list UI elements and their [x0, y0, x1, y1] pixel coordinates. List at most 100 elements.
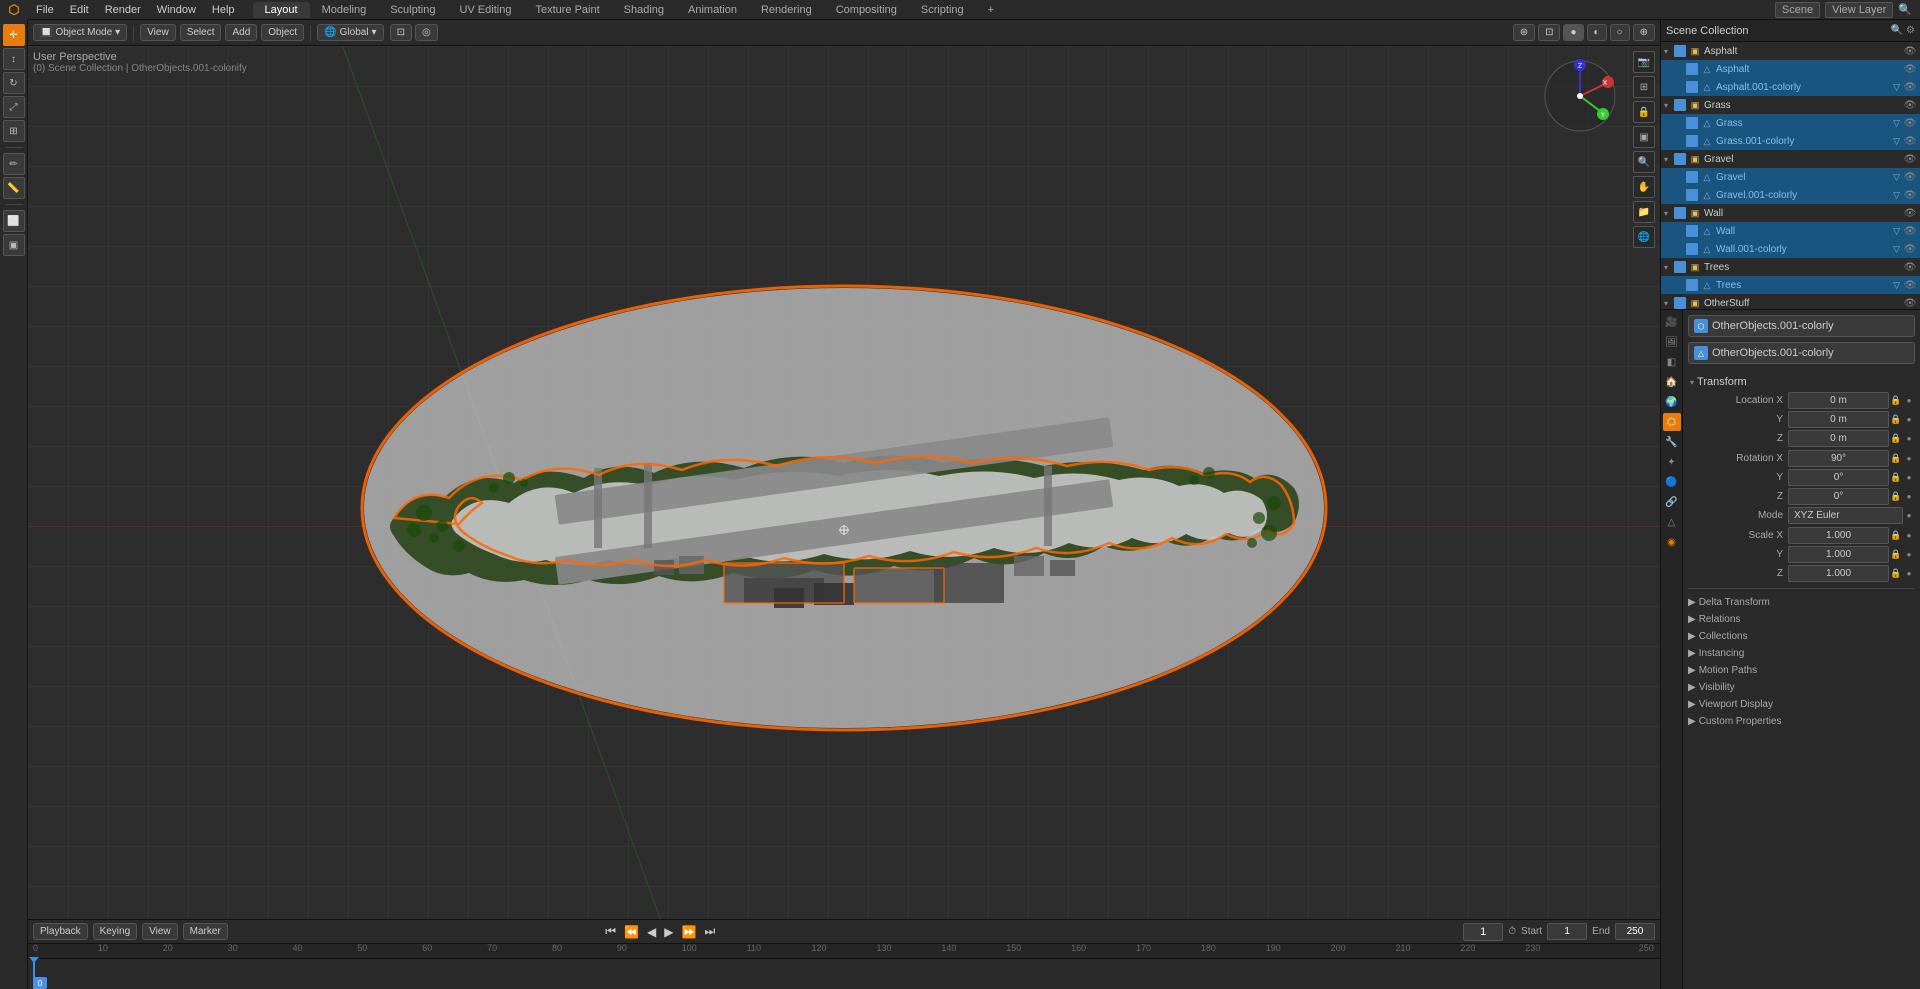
- next-frame-btn[interactable]: ⏩: [680, 923, 699, 941]
- rotation-y-value[interactable]: 0°: [1788, 469, 1889, 486]
- scale-y-value[interactable]: 1.000: [1788, 546, 1889, 563]
- tab-sculpting[interactable]: Sculpting: [378, 2, 447, 18]
- location-y-value[interactable]: 0 m: [1788, 411, 1889, 428]
- menu-render[interactable]: Render: [97, 2, 149, 18]
- eye-wall-001[interactable]: 👁: [1903, 244, 1917, 255]
- props-constraints-icon[interactable]: 🔗: [1663, 493, 1681, 511]
- collection-icon[interactable]: 📁: [1633, 201, 1655, 223]
- outliner-grass-001[interactable]: △ Grass.001-colorly ▽ 👁: [1661, 132, 1920, 150]
- scale-anim-y[interactable]: ●: [1903, 550, 1915, 559]
- tab-compositing[interactable]: Compositing: [824, 2, 909, 18]
- rotation-z-value[interactable]: 0°: [1788, 488, 1889, 505]
- view-btn[interactable]: View: [140, 24, 176, 41]
- props-output-icon[interactable]: 🖼: [1663, 333, 1681, 351]
- scale-lock-y[interactable]: 🔒: [1889, 549, 1903, 560]
- location-z-value[interactable]: 0 m: [1788, 430, 1889, 447]
- scale-lock-x[interactable]: 🔒: [1889, 530, 1903, 541]
- check-asphalt[interactable]: [1674, 45, 1686, 57]
- check-otherstuff[interactable]: [1674, 297, 1686, 309]
- outliner-wall-001[interactable]: △ Wall.001-colorly ▽ 👁: [1661, 240, 1920, 258]
- check-asphalt-mesh[interactable]: [1686, 63, 1698, 75]
- props-render-icon[interactable]: 🎥: [1663, 313, 1681, 331]
- playback-btn[interactable]: Playback: [33, 923, 88, 940]
- viewport-gizmo-btn[interactable]: ⊕: [1633, 24, 1655, 41]
- check-grass-mesh[interactable]: [1686, 117, 1698, 129]
- check-trees[interactable]: [1674, 261, 1686, 273]
- eye-grass-001[interactable]: 👁: [1903, 136, 1917, 147]
- keying-btn[interactable]: Keying: [93, 923, 138, 940]
- move-tool[interactable]: ↕: [3, 48, 25, 70]
- blender-logo[interactable]: ⬡: [0, 0, 28, 20]
- global-btn[interactable]: 🌐 Global ▾: [317, 24, 383, 41]
- tab-texture-paint[interactable]: Texture Paint: [523, 2, 611, 18]
- eye-grass-mesh[interactable]: 👁: [1903, 118, 1917, 129]
- pan-icon[interactable]: ✋: [1633, 176, 1655, 198]
- tab-layout[interactable]: Layout: [253, 2, 310, 18]
- outliner-collection-wall[interactable]: ▾ ▣ Wall 👁: [1661, 204, 1920, 222]
- eye-wall[interactable]: 👁: [1903, 208, 1917, 219]
- select-btn[interactable]: Select: [180, 24, 222, 41]
- render-region-icon[interactable]: ▣: [1633, 126, 1655, 148]
- scale-x-value[interactable]: 1.000: [1788, 527, 1889, 544]
- measure-tool[interactable]: 📏: [3, 177, 25, 199]
- outliner-collection-grass[interactable]: ▾ ▣ Grass 👁: [1661, 96, 1920, 114]
- anim-x[interactable]: ●: [1903, 396, 1915, 405]
- lock-y[interactable]: 🔒: [1889, 414, 1903, 425]
- check-gravel[interactable]: [1674, 153, 1686, 165]
- check-gravel-001[interactable]: [1686, 189, 1698, 201]
- viewport-canvas[interactable]: User Perspective (0) Scene Collection | …: [28, 46, 1660, 919]
- location-x-value[interactable]: 0 m: [1788, 392, 1889, 409]
- outliner-filter-icon[interactable]: ⚙: [1906, 25, 1915, 36]
- object-btn[interactable]: Object: [261, 24, 304, 41]
- view-layer-selector[interactable]: View Layer: [1825, 2, 1893, 18]
- visibility-section[interactable]: ▶ Visibility: [1688, 680, 1915, 695]
- check-trees-mesh[interactable]: [1686, 279, 1698, 291]
- motion-paths-section[interactable]: ▶ Motion Paths: [1688, 663, 1915, 678]
- props-data-icon[interactable]: △: [1663, 513, 1681, 531]
- scale-anim-z[interactable]: ●: [1903, 569, 1915, 578]
- rot-anim-y[interactable]: ●: [1903, 473, 1915, 482]
- eye-gravel-mesh[interactable]: 👁: [1903, 172, 1917, 183]
- add-cube-tool[interactable]: ▣: [3, 234, 25, 256]
- props-view-layer-icon[interactable]: ◧: [1663, 353, 1681, 371]
- rot-anim-z[interactable]: ●: [1903, 492, 1915, 501]
- outliner-collection-asphalt[interactable]: ▾ ▣ Asphalt 👁: [1661, 42, 1920, 60]
- tab-add[interactable]: +: [976, 2, 1006, 18]
- rot-lock-x[interactable]: 🔒: [1889, 453, 1903, 464]
- play-btn[interactable]: ▶: [662, 923, 675, 941]
- viewport-shading-solid[interactable]: ●: [1563, 24, 1583, 41]
- rot-anim-x[interactable]: ●: [1903, 454, 1915, 463]
- eye-trees[interactable]: 👁: [1903, 262, 1917, 273]
- tab-rendering[interactable]: Rendering: [749, 2, 824, 18]
- eye-asphalt-001[interactable]: 👁: [1903, 82, 1917, 93]
- props-modifier-icon[interactable]: 🔧: [1663, 433, 1681, 451]
- end-frame[interactable]: 250: [1615, 923, 1655, 940]
- scale-tool[interactable]: ⤢: [3, 96, 25, 118]
- scale-z-value[interactable]: 1.000: [1788, 565, 1889, 582]
- viewport-shading-render[interactable]: ○: [1610, 24, 1630, 41]
- go-start-btn[interactable]: ⏮: [603, 922, 618, 941]
- annotate-tool[interactable]: ✏: [3, 153, 25, 175]
- scale-lock-z[interactable]: 🔒: [1889, 568, 1903, 579]
- outliner-asphalt-mesh[interactable]: △ Asphalt 👁: [1661, 60, 1920, 78]
- outliner-collection-trees[interactable]: ▾ ▣ Trees 👁: [1661, 258, 1920, 276]
- rot-lock-y[interactable]: 🔒: [1889, 472, 1903, 483]
- rotate-tool[interactable]: ↻: [3, 72, 25, 94]
- outliner-asphalt-001[interactable]: △ Asphalt.001-colorly ▽ 👁: [1661, 78, 1920, 96]
- scene-selector[interactable]: Scene: [1775, 2, 1820, 18]
- prev-frame-btn[interactable]: ⏪: [622, 923, 641, 941]
- camera-view-icon[interactable]: 📷: [1633, 51, 1655, 73]
- anim-z[interactable]: ●: [1903, 434, 1915, 443]
- menu-window[interactable]: Window: [149, 2, 204, 18]
- cursor-tool[interactable]: ✛: [3, 24, 25, 46]
- outliner-search-icon[interactable]: 🔍: [1891, 25, 1903, 36]
- viewport-lock-icon[interactable]: 🔒: [1633, 101, 1655, 123]
- props-particles-icon[interactable]: ✦: [1663, 453, 1681, 471]
- add-btn[interactable]: Add: [225, 24, 257, 41]
- anim-y[interactable]: ●: [1903, 415, 1915, 424]
- check-gravel-mesh[interactable]: [1686, 171, 1698, 183]
- current-frame[interactable]: 1: [1463, 923, 1503, 941]
- transform-tool[interactable]: ⊞: [3, 120, 25, 142]
- eye-asphalt-mesh[interactable]: 👁: [1903, 64, 1917, 75]
- start-frame[interactable]: 1: [1547, 923, 1587, 940]
